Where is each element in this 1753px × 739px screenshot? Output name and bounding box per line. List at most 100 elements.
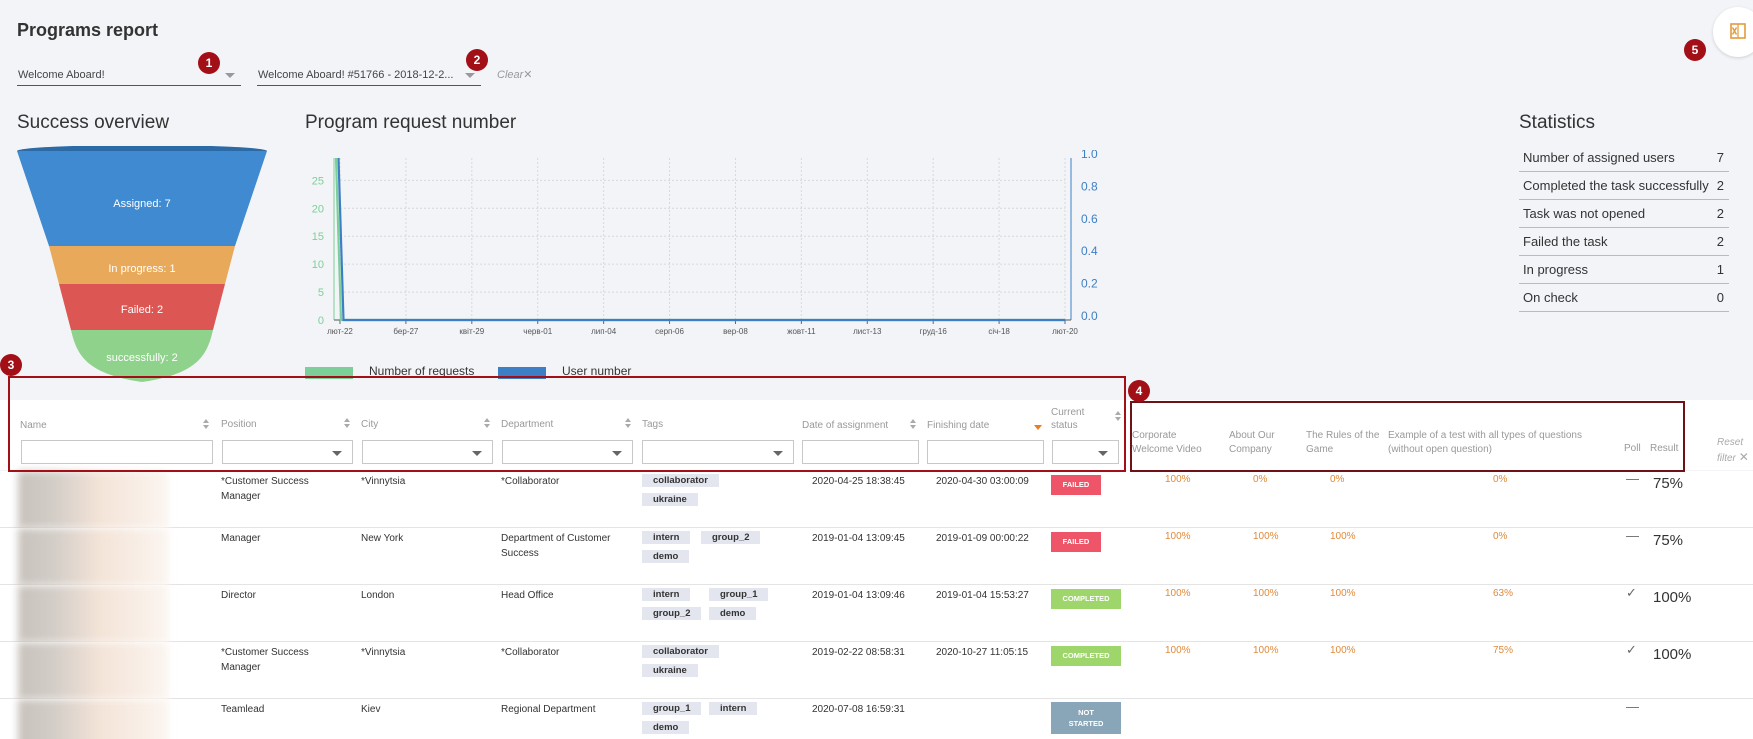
request-number-chart: 0 5 10 15 20 25 0.0 0.2 0.4 0.6 0.8 1.0 лют-22 бер-27… bbox=[305, 150, 1098, 379]
avatar bbox=[18, 471, 168, 528]
stats-label: On check bbox=[1523, 290, 1578, 305]
y-right-tick-label: 0.2 bbox=[1081, 277, 1098, 291]
cell-city: New York bbox=[361, 533, 404, 544]
tag-chip: group_2 bbox=[701, 531, 761, 544]
cell-test-2: 0% bbox=[1253, 474, 1268, 485]
stats-row: Failed the task 2 bbox=[1519, 228, 1729, 256]
export-excel-button[interactable] bbox=[1713, 7, 1753, 57]
cell-department: Department of Customer Success bbox=[501, 533, 611, 559]
table-row[interactable]: Director London Head Office intern group_1 gr… bbox=[0, 585, 1753, 642]
annotation-badge-2: 2 bbox=[466, 49, 488, 71]
stats-row: Completed the task successfully 2 bbox=[1519, 172, 1729, 200]
tag-chip: group_2 bbox=[642, 607, 702, 620]
y-left-tick-label: 0 bbox=[318, 315, 324, 327]
avatar bbox=[18, 528, 168, 585]
series-line-requests bbox=[334, 157, 1065, 322]
cell-test-3: 100% bbox=[1330, 645, 1356, 656]
tag-chip: demo bbox=[642, 550, 690, 563]
clear-filter-button[interactable]: Clear✕ bbox=[497, 68, 533, 81]
cell-result: 75% bbox=[1653, 475, 1684, 492]
cell-test-2: 100% bbox=[1253, 645, 1279, 656]
cell-test-1: 100% bbox=[1165, 531, 1191, 542]
stats-value: 2 bbox=[1716, 178, 1724, 193]
x-tick-label: лист-13 bbox=[853, 327, 882, 336]
table-row[interactable]: *Customer Success Manager *Vinnytsia *Colla… bbox=[0, 642, 1753, 699]
annotation-badge-1: 1 bbox=[198, 52, 220, 74]
tag-chip: collaborator bbox=[642, 474, 719, 487]
dash-icon: — bbox=[1626, 699, 1639, 714]
x-tick-label: бер-27 bbox=[393, 327, 419, 336]
cell-test-3: 100% bbox=[1330, 588, 1356, 599]
cell-date-assignment: 2019-01-04 13:09:45 bbox=[812, 533, 905, 544]
y-right-tick-label: 0.4 bbox=[1081, 244, 1098, 258]
series-line-users bbox=[337, 157, 1065, 322]
y-right-tick-label: 0.0 bbox=[1081, 309, 1098, 323]
cell-finishing-date: 2019-01-09 00:00:22 bbox=[936, 533, 1029, 544]
stats-label: Number of assigned users bbox=[1523, 150, 1675, 165]
cell-department: Head Office bbox=[501, 590, 554, 601]
stats-value: 1 bbox=[1716, 262, 1724, 277]
cell-department: *Collaborator bbox=[501, 476, 560, 487]
filters-highlight-box bbox=[8, 376, 1126, 472]
cell-result: 75% bbox=[1653, 532, 1684, 549]
x-tick-label: квіт-29 bbox=[459, 327, 484, 336]
cell-test-2: 100% bbox=[1253, 531, 1279, 542]
y-right-tick-label: 1.0 bbox=[1081, 150, 1098, 161]
tag-chip: demo bbox=[709, 607, 757, 620]
clear-label: Clear bbox=[497, 69, 524, 81]
annotation-badge-4: 4 bbox=[1128, 380, 1150, 402]
stats-value: 0 bbox=[1716, 290, 1724, 305]
y-left-tick-label: 25 bbox=[312, 175, 324, 187]
cell-city: *Vinnytsia bbox=[361, 476, 406, 487]
avatar bbox=[18, 699, 168, 739]
status-badge: FAILED bbox=[1051, 532, 1101, 552]
reset-filter-button[interactable]: Reset filter ✕ bbox=[1717, 436, 1749, 466]
y-left-tick-label: 20 bbox=[312, 203, 324, 215]
cell-position: Manager bbox=[221, 533, 261, 544]
request-select-value: Welcome Aboard! #51766 - 2018-12-2... bbox=[258, 69, 454, 81]
request-select[interactable]: Welcome Aboard! #51766 - 2018-12-2... bbox=[257, 66, 481, 86]
cell-test-1: 100% bbox=[1165, 588, 1191, 599]
annotation-badge-5: 5 bbox=[1684, 39, 1706, 61]
tag-chip: demo bbox=[642, 721, 690, 734]
stats-label: In progress bbox=[1523, 262, 1589, 277]
cell-test-2: 100% bbox=[1253, 588, 1279, 599]
table-row[interactable]: Manager New York Department of Customer Suc… bbox=[0, 528, 1753, 585]
cell-position: Director bbox=[221, 590, 257, 601]
stats-value: 7 bbox=[1716, 150, 1724, 165]
y-left-tick-label: 10 bbox=[312, 259, 324, 271]
success-overview-title: Success overview bbox=[17, 112, 170, 133]
funnel-label-assigned: Assigned: 7 bbox=[113, 198, 170, 210]
funnel-label-failed: Failed: 2 bbox=[121, 304, 163, 316]
y-left-tick-label: 5 bbox=[318, 287, 324, 299]
x-tick-label: серп-06 bbox=[655, 327, 684, 336]
cell-test-3: 100% bbox=[1330, 531, 1356, 542]
reset-line1: Reset bbox=[1717, 437, 1744, 448]
excel-icon bbox=[1730, 23, 1746, 39]
cell-result: 100% bbox=[1653, 646, 1692, 663]
stats-label: Completed the task successfully bbox=[1523, 178, 1709, 193]
tests-highlight-box bbox=[1130, 401, 1685, 472]
tag-chip: intern bbox=[642, 531, 691, 544]
tag-chip: group_1 bbox=[642, 702, 702, 715]
stats-row: On check 0 bbox=[1519, 284, 1729, 312]
table-row[interactable]: *Customer Success Manager *Vinnytsia *Colla… bbox=[0, 471, 1753, 528]
cell-date-assignment: 2020-07-08 16:59:31 bbox=[812, 704, 905, 715]
program-request-title: Program request number bbox=[305, 112, 517, 133]
cell-test-4: 0% bbox=[1493, 531, 1508, 542]
y-left-tick-label: 15 bbox=[312, 231, 324, 243]
close-icon: ✕ bbox=[523, 69, 533, 81]
x-tick-label: лют-22 bbox=[327, 327, 353, 336]
stats-label: Failed the task bbox=[1523, 234, 1608, 249]
x-tick-label: лют-20 bbox=[1052, 327, 1078, 336]
chevron-down-icon bbox=[465, 73, 475, 78]
close-icon: ✕ bbox=[1738, 450, 1749, 464]
avatar bbox=[18, 585, 168, 642]
tag-chip: intern bbox=[709, 702, 758, 715]
cell-city: Kiev bbox=[361, 704, 381, 715]
stats-row: In progress 1 bbox=[1519, 256, 1729, 284]
table-row[interactable]: Teamlead Kiev Regional Department group_1 in… bbox=[0, 699, 1753, 739]
funnel-label-successfully: successfully: 2 bbox=[106, 352, 178, 364]
cell-test-1: 100% bbox=[1165, 645, 1191, 656]
status-badge: FAILED bbox=[1051, 475, 1101, 495]
